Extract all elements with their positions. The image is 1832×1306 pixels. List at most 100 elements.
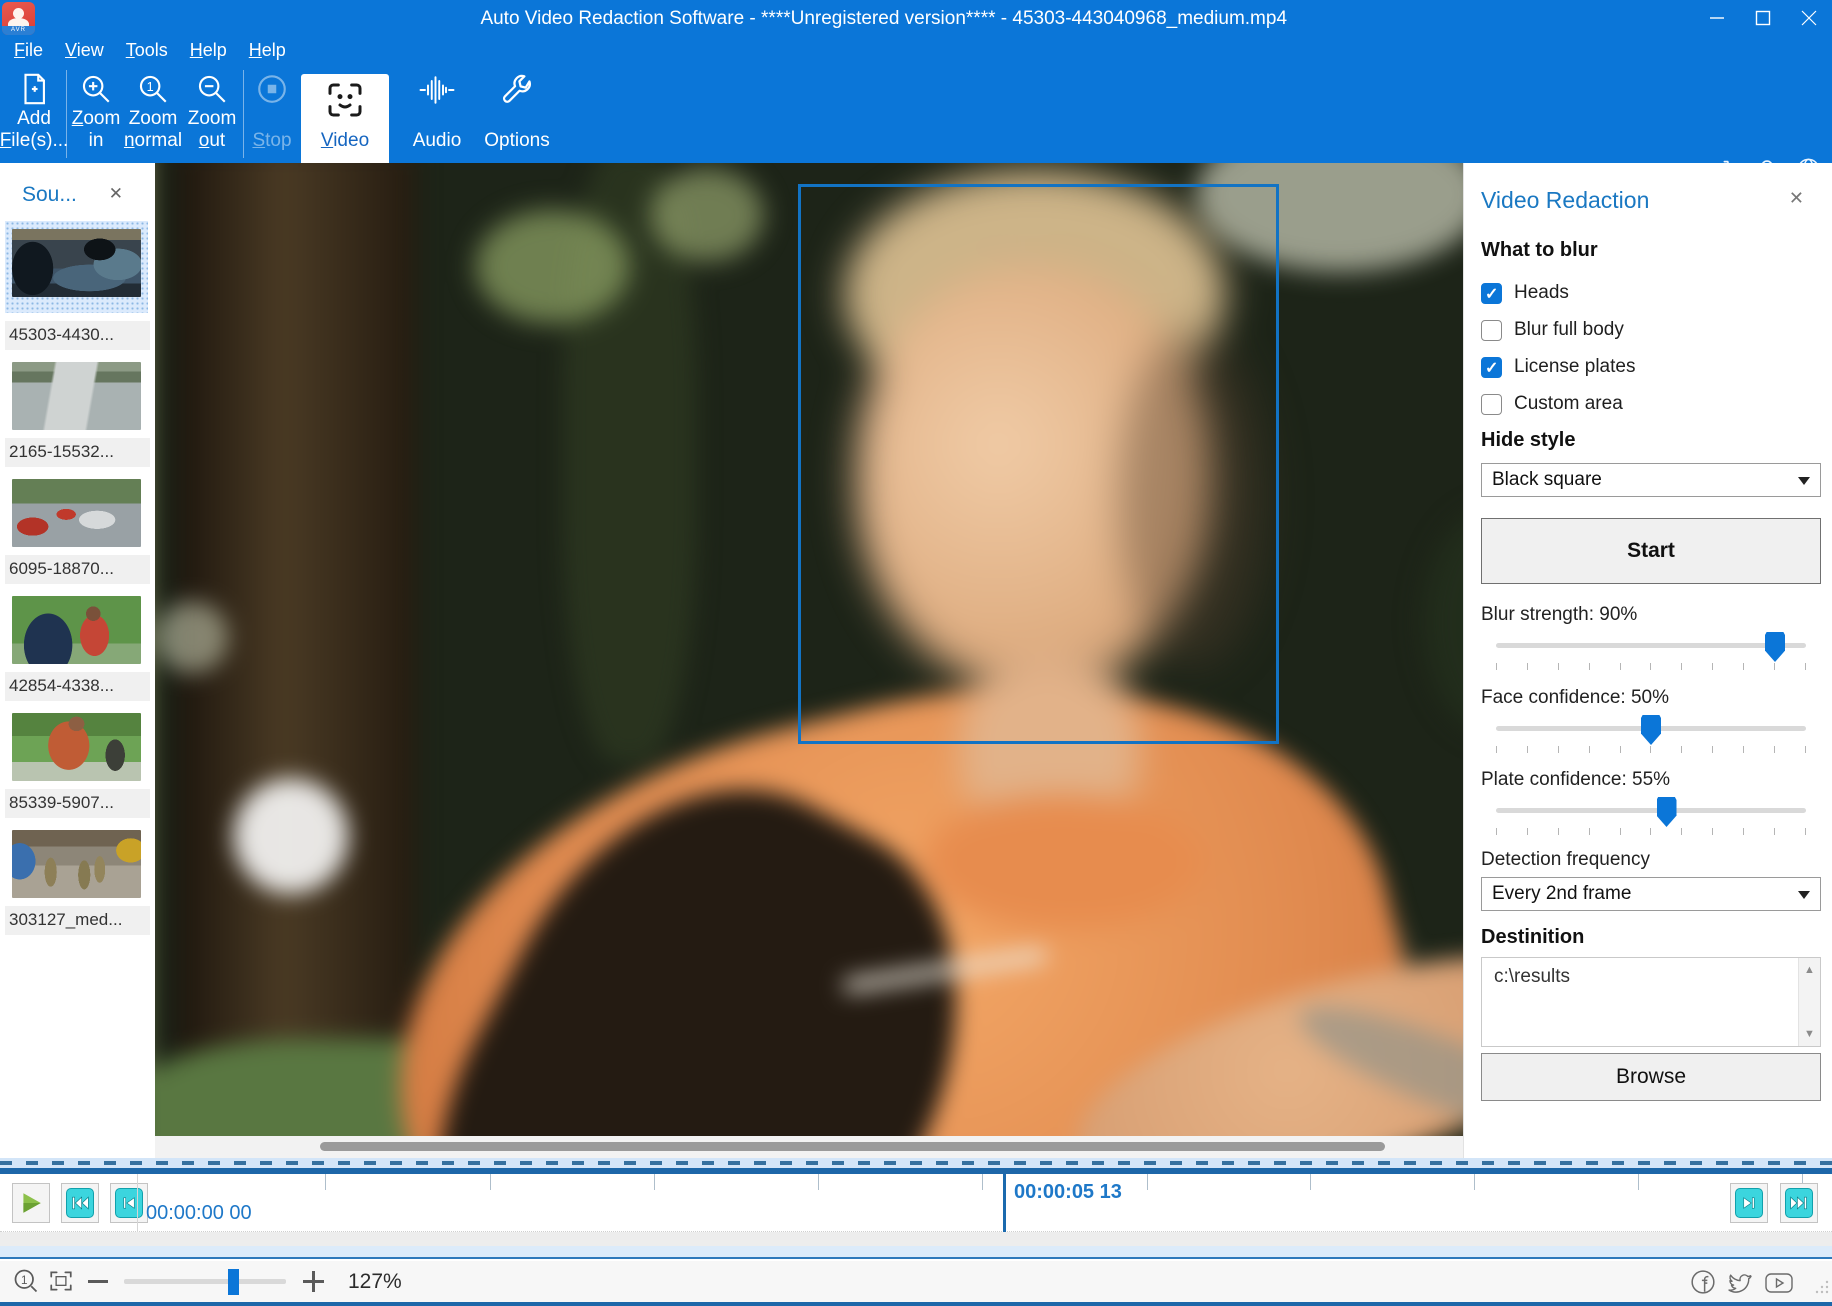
scroll-down-icon[interactable]: ▼	[1799, 1028, 1820, 1040]
horizontal-scrollbar[interactable]	[155, 1136, 1463, 1158]
license-plates-checkbox-icon[interactable]	[1481, 357, 1502, 378]
skip-backward-icon	[66, 1188, 94, 1218]
blur-strength-label: Blur strength: 90%	[1481, 604, 1637, 626]
source-thumbnail-1[interactable]	[12, 229, 141, 297]
face-confidence-slider-thumb[interactable]	[1641, 715, 1661, 745]
menu-help-2[interactable]: Help	[249, 40, 286, 61]
menu-view[interactable]: View	[65, 40, 104, 61]
zoom-normal-icon: 1	[136, 72, 170, 111]
step-forward-button[interactable]	[1730, 1183, 1768, 1223]
source-item-6[interactable]: 303127_med...	[0, 830, 155, 935]
source-item-1[interactable]: 45303-4430...	[0, 221, 155, 350]
toolbar: Add File(s)... Zoom in 1	[0, 64, 1832, 163]
start-button[interactable]: Start	[1481, 518, 1821, 584]
twitter-icon[interactable]	[1726, 1270, 1754, 1301]
stop-button: Stop	[246, 64, 298, 163]
blur-strength-slider-thumb[interactable]	[1765, 632, 1785, 662]
skip-forward-icon	[1785, 1188, 1813, 1218]
minimize-button[interactable]	[1694, 0, 1740, 36]
current-time-label: 00:00:00 00	[146, 1202, 252, 1225]
add-files-button[interactable]: Add File(s)...	[4, 64, 64, 163]
resize-grip[interactable]	[1815, 1280, 1829, 1299]
jump-to-end-button[interactable]	[1780, 1183, 1818, 1223]
zoom-slider-thumb[interactable]	[228, 1269, 239, 1295]
facebook-icon[interactable]	[1690, 1269, 1716, 1300]
horizontal-scrollbar-thumb[interactable]	[320, 1142, 1385, 1151]
tab-options[interactable]: Options	[480, 64, 554, 163]
plate-confidence-slider[interactable]	[1481, 802, 1821, 842]
checkbox-custom-area[interactable]: Custom area	[1481, 392, 1623, 416]
scroll-up-icon[interactable]: ▲	[1799, 964, 1820, 976]
face-confidence-slider[interactable]	[1481, 720, 1821, 760]
play-button[interactable]	[12, 1183, 50, 1223]
source-item-5[interactable]: 85339-5907...	[0, 713, 155, 818]
step-backward-button[interactable]	[110, 1183, 148, 1223]
zoom-in-button[interactable]: Zoom in	[70, 64, 122, 163]
source-label-4: 42854-4338...	[5, 672, 150, 701]
source-item-2[interactable]: 2165-15532...	[0, 362, 155, 467]
jump-to-start-button[interactable]	[61, 1183, 99, 1223]
source-label-5: 85339-5907...	[5, 789, 150, 818]
hide-style-dropdown[interactable]: Black square	[1481, 463, 1821, 497]
blur-strength-slider[interactable]	[1481, 637, 1821, 677]
destination-scrollbar[interactable]: ▲ ▼	[1798, 958, 1820, 1046]
playhead-time-label: 00:00:05 13	[1014, 1181, 1122, 1204]
plate-confidence-slider-thumb[interactable]	[1657, 797, 1677, 827]
source-thumbnail-3[interactable]	[12, 479, 141, 547]
source-item-3[interactable]: 6095-18870...	[0, 479, 155, 584]
source-label-2: 2165-15532...	[5, 438, 150, 467]
menu-file[interactable]: File	[14, 40, 43, 61]
zoom-slider[interactable]	[124, 1279, 286, 1284]
timeline-track-row-2[interactable]	[0, 1246, 1832, 1259]
detection-frequency-label: Detection frequency	[1481, 849, 1650, 871]
video-preview[interactable]	[155, 163, 1463, 1158]
source-thumbnail-4[interactable]	[12, 596, 141, 664]
blur-full-body-checkbox-icon[interactable]	[1481, 320, 1502, 341]
face-detection-box[interactable]	[798, 184, 1279, 744]
source-item-4[interactable]: 42854-4338...	[0, 596, 155, 701]
menu-tools[interactable]: Tools	[126, 40, 168, 61]
destination-heading: Destinition	[1481, 926, 1584, 949]
step-backward-icon	[115, 1188, 143, 1218]
tab-audio[interactable]: Audio	[405, 64, 469, 163]
plate-confidence-label: Plate confidence: 55%	[1481, 769, 1670, 791]
step-forward-icon	[1735, 1188, 1763, 1218]
chevron-down-icon	[1798, 477, 1810, 485]
timeline-selection-strip	[0, 1158, 1832, 1168]
fit-to-screen-icon[interactable]	[48, 1268, 74, 1299]
checkbox-blur-full-body[interactable]: Blur full body	[1481, 318, 1624, 342]
status-bar: 1 127%	[0, 1261, 1832, 1302]
panel-close-icon[interactable]: ✕	[1789, 189, 1804, 207]
zoom-reset-icon[interactable]: 1	[12, 1267, 40, 1300]
heads-checkbox-icon[interactable]	[1481, 283, 1502, 304]
title-bar: AVR Auto Video Redaction Software - ****…	[0, 0, 1832, 36]
source-thumbnail-5[interactable]	[12, 713, 141, 781]
tab-video[interactable]: Video	[301, 74, 389, 163]
custom-area-checkbox-icon[interactable]	[1481, 394, 1502, 415]
zoom-out-status-button[interactable]	[88, 1280, 108, 1283]
audio-waveform-icon	[419, 72, 455, 113]
youtube-icon[interactable]	[1764, 1272, 1794, 1299]
checkbox-heads[interactable]: Heads	[1481, 281, 1569, 305]
face-detect-icon	[325, 80, 365, 125]
browse-button[interactable]: Browse	[1481, 1053, 1821, 1101]
zoom-level-value: 127%	[348, 1270, 402, 1294]
close-button[interactable]	[1786, 0, 1832, 36]
menu-bar: File View Tools Help Help	[0, 36, 1832, 64]
zoom-out-button[interactable]: Zoom out	[186, 64, 238, 163]
timeline-track-row[interactable]	[0, 1232, 1832, 1246]
window-title: Auto Video Redaction Software - ****Unre…	[480, 8, 1287, 30]
sources-close-icon[interactable]: ✕	[109, 185, 123, 202]
app-window: AVR Auto Video Redaction Software - ****…	[0, 0, 1832, 1306]
timeline-ruler[interactable]: 00:00:00 00 00:00:05 13	[0, 1174, 1832, 1232]
source-thumbnail-6[interactable]	[12, 830, 141, 898]
destination-field[interactable]: c:\results ▲ ▼	[1481, 957, 1821, 1047]
app-icon-badge: AVR	[2, 26, 35, 35]
maximize-button[interactable]	[1740, 0, 1786, 36]
zoom-normal-button[interactable]: 1 Zoom normal	[124, 64, 182, 163]
zoom-out-icon	[195, 72, 229, 111]
detection-frequency-dropdown[interactable]: Every 2nd frame	[1481, 877, 1821, 911]
menu-help-1[interactable]: Help	[190, 40, 227, 61]
source-thumbnail-2[interactable]	[12, 362, 141, 430]
checkbox-license-plates[interactable]: License plates	[1481, 355, 1635, 379]
